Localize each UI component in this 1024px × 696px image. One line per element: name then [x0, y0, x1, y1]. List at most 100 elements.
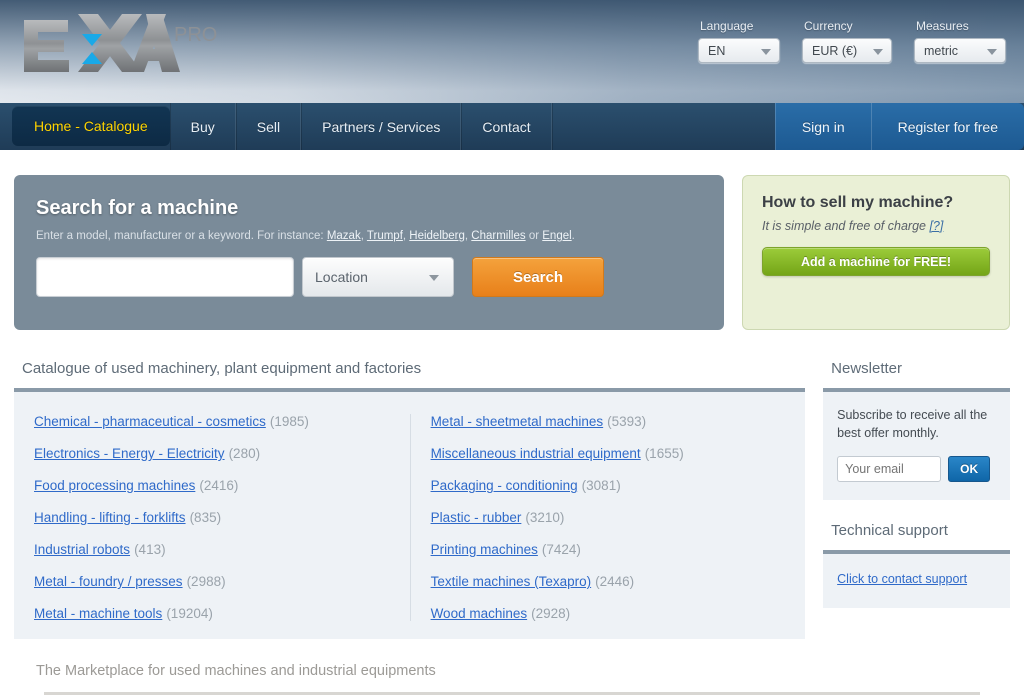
- category-count: (3081): [581, 478, 621, 493]
- exa-logo-icon: [20, 12, 180, 78]
- newsletter-ok-button[interactable]: OK: [948, 456, 991, 483]
- newsletter-heading: Newsletter: [831, 360, 902, 377]
- support-heading: Technical support: [831, 522, 948, 540]
- logo-pro-text: PRO: [174, 24, 218, 46]
- search-hint-or: or: [525, 230, 543, 242]
- example-link-trumpf[interactable]: Trumpf: [367, 230, 403, 242]
- footer-title: The Marketplace for used machines and in…: [36, 663, 436, 679]
- search-panel: Search for a machine Enter a model, manu…: [14, 175, 724, 330]
- currency-value: EUR (€): [812, 43, 858, 58]
- add-machine-button[interactable]: Add a machine for FREE!: [762, 247, 990, 276]
- footer-section: The Marketplace for used machines and in…: [14, 639, 1010, 695]
- sign-in-button[interactable]: Sign in: [774, 103, 871, 150]
- chevron-down-icon: [873, 48, 883, 55]
- list-item: Textile machines (Texapro) (2446): [431, 574, 786, 589]
- list-item: Printing machines (7424): [431, 542, 786, 557]
- sidebar-column: Newsletter Subscribe to receive all the …: [823, 360, 1010, 639]
- measures-label: Measures: [916, 19, 969, 33]
- newsletter-form: OK: [837, 456, 996, 483]
- category-link-food[interactable]: Food processing machines: [34, 478, 195, 493]
- category-link-plastic[interactable]: Plastic - rubber: [431, 510, 522, 525]
- footer-rule: [44, 692, 980, 695]
- nav-item-sell[interactable]: Sell: [235, 103, 302, 150]
- catalogue-left-list: Chemical - pharmaceutical - cosmetics (19…: [14, 414, 410, 621]
- example-link-heidelberg[interactable]: Heidelberg: [409, 230, 465, 242]
- nav-item-contact[interactable]: Contact: [461, 103, 552, 150]
- nav-item-partners-services[interactable]: Partners / Services: [301, 103, 462, 150]
- sell-panel-title: How to sell my machine?: [762, 194, 954, 211]
- category-count: (2928): [531, 606, 571, 621]
- category-count: (835): [189, 510, 222, 525]
- nav-auth-items: Sign in Register for free: [774, 103, 1024, 150]
- category-link-wood[interactable]: Wood machines: [431, 606, 528, 621]
- currency-control: Currency EUR (€): [802, 19, 892, 63]
- newsletter-box: Subscribe to receive all the best offer …: [823, 392, 1010, 501]
- category-link-textile[interactable]: Textile machines (Texapro): [431, 574, 592, 589]
- sell-panel-subtitle: It is simple and free of charge [?]: [762, 219, 990, 233]
- currency-select[interactable]: EUR (€): [802, 38, 892, 63]
- page-content: Search for a machine Enter a model, manu…: [0, 150, 1024, 695]
- language-label: Language: [700, 19, 754, 33]
- nav-primary-items: Home - Catalogue Buy Sell Partners / Ser…: [0, 103, 775, 150]
- sell-help-link[interactable]: [?]: [929, 219, 943, 233]
- list-item: Food processing machines (2416): [34, 478, 390, 493]
- language-select[interactable]: EN: [698, 38, 780, 63]
- example-link-charmilles[interactable]: Charmilles: [471, 230, 525, 242]
- measures-value: metric: [924, 43, 959, 58]
- category-link-robots[interactable]: Industrial robots: [34, 542, 130, 557]
- search-button[interactable]: Search: [472, 257, 604, 297]
- list-item: Metal - machine tools (19204): [34, 606, 390, 621]
- category-count: (7424): [541, 542, 581, 557]
- category-link-miscellaneous[interactable]: Miscellaneous industrial equipment: [431, 446, 641, 461]
- category-link-foundry[interactable]: Metal - foundry / presses: [34, 574, 183, 589]
- example-link-engel[interactable]: Engel: [542, 230, 571, 242]
- category-link-machine-tools[interactable]: Metal - machine tools: [34, 606, 162, 621]
- contact-support-link[interactable]: Click to contact support: [837, 572, 967, 586]
- search-hint-end: .: [571, 230, 575, 242]
- sell-panel: How to sell my machine? It is simple and…: [742, 175, 1010, 330]
- register-button[interactable]: Register for free: [870, 103, 1024, 150]
- category-link-handling[interactable]: Handling - lifting - forklifts: [34, 510, 186, 525]
- site-header: PRO Language EN Currency EUR (€) Measure…: [0, 0, 1024, 103]
- list-item: Chemical - pharmaceutical - cosmetics (19…: [34, 414, 390, 429]
- example-link-mazak[interactable]: Mazak: [327, 230, 361, 242]
- location-value: Location: [315, 269, 368, 285]
- list-item: Packaging - conditioning (3081): [431, 478, 786, 493]
- category-count: (19204): [166, 606, 213, 621]
- list-item: Plastic - rubber (3210): [431, 510, 786, 525]
- category-count: (413): [134, 542, 166, 557]
- category-link-sheetmetal[interactable]: Metal - sheetmetal machines: [431, 414, 604, 429]
- list-item: Metal - sheetmetal machines (5393): [431, 414, 786, 429]
- catalogue-right-list: Metal - sheetmetal machines (5393) Miscel…: [409, 414, 806, 621]
- location-select[interactable]: Location: [302, 257, 454, 297]
- category-link-chemical[interactable]: Chemical - pharmaceutical - cosmetics: [34, 414, 266, 429]
- chevron-down-icon: [429, 275, 439, 281]
- list-item: Industrial robots (413): [34, 542, 390, 557]
- category-count: (1985): [269, 414, 309, 429]
- search-panel-hint: Enter a model, manufacturer or a keyword…: [36, 230, 575, 242]
- header-controls: Language EN Currency EUR (€) Measures me…: [698, 19, 1006, 63]
- category-count: (5393): [607, 414, 647, 429]
- hero-row: Search for a machine Enter a model, manu…: [14, 150, 1010, 330]
- category-link-printing[interactable]: Printing machines: [431, 542, 538, 557]
- search-row: Location Search: [36, 257, 702, 297]
- search-input[interactable]: [36, 257, 294, 297]
- list-item: Metal - foundry / presses (2988): [34, 574, 390, 589]
- site-logo[interactable]: PRO: [20, 12, 217, 78]
- category-link-electronics[interactable]: Electronics - Energy - Electricity: [34, 446, 225, 461]
- category-link-packaging[interactable]: Packaging - conditioning: [431, 478, 578, 493]
- lower-row: Catalogue of used machinery, plant equip…: [14, 330, 1010, 639]
- nav-item-home-catalogue[interactable]: Home - Catalogue: [12, 106, 170, 146]
- currency-label: Currency: [804, 19, 853, 33]
- catalogue-heading: Catalogue of used machinery, plant equip…: [22, 360, 422, 377]
- nav-item-buy[interactable]: Buy: [169, 103, 236, 150]
- list-item: Electronics - Energy - Electricity (280): [34, 446, 390, 461]
- measures-select[interactable]: metric: [914, 38, 1006, 63]
- list-item: Miscellaneous industrial equipment (1655): [431, 446, 786, 461]
- category-count: (2988): [186, 574, 226, 589]
- category-count: (2416): [199, 478, 239, 493]
- language-control: Language EN: [698, 19, 780, 63]
- newsletter-email-input[interactable]: [837, 456, 942, 483]
- search-panel-title: Search for a machine: [36, 197, 239, 219]
